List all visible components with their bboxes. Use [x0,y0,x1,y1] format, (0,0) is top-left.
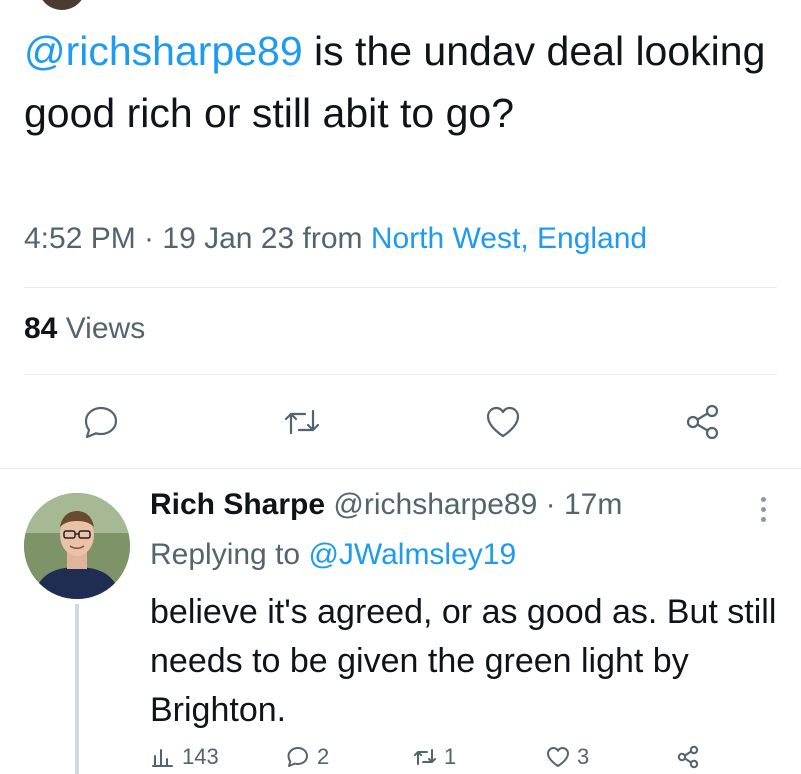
views-count: 84 Views [24,312,145,346]
divider [24,374,777,375]
section-divider [0,468,801,469]
replying-to: Replying to @JWalmsley19 [150,538,516,572]
reply-header: Rich Sharpe @richsharpe89 · 17m [150,488,622,522]
reply-retweet-count: 1 [444,744,457,769]
reply-share-button[interactable] [675,744,701,770]
reply-icon [287,747,308,767]
replying-prefix: Replying to [150,538,309,571]
like-button[interactable] [483,402,523,442]
more-options-icon[interactable] [756,494,770,528]
retweet-icon [414,749,436,765]
analytics-icon [152,749,173,767]
share-icon [686,404,719,440]
tweet-timestamp[interactable]: 4:52 PM · 19 Jan 23 from [24,222,371,255]
tweet-text: @richsharpe89 is the undav deal looking … [24,20,794,144]
views-number: 84 [24,312,58,345]
avatar-photo [24,493,130,599]
reply-like-count: 3 [577,744,590,769]
thread-line [75,604,79,774]
reply-views-count: 143 [182,744,219,769]
reply-button[interactable] [81,402,121,442]
reply-like-button[interactable]: 3 [545,744,589,770]
reply-retweet-button[interactable]: 1 [412,744,456,770]
replying-handle-link[interactable]: @JWalmsley19 [308,538,516,571]
reply-reply-count: 2 [317,744,330,769]
tweet-meta: 4:52 PM · 19 Jan 23 from North West, Eng… [24,222,647,256]
retweet-icon [284,409,320,435]
tweet-action-bar [0,402,801,446]
retweet-button[interactable] [282,402,322,442]
reply-author-avatar[interactable] [24,493,130,599]
reply-action-bar: 143 2 1 3 [150,744,770,774]
reply-icon [84,406,118,439]
tweet-location-link[interactable]: North West, England [371,222,647,255]
share-button[interactable] [683,402,723,442]
reply-reply-button[interactable]: 2 [285,744,329,770]
original-author-avatar[interactable] [38,0,86,10]
like-icon [486,406,520,438]
reply-text: believe it's agreed, or as good as. But … [150,593,777,729]
share-icon [677,745,699,769]
tweet-mention-link[interactable]: @richsharpe89 [24,28,303,74]
reply-views-button[interactable]: 143 [150,744,219,770]
divider [24,287,777,288]
reply-author-name[interactable]: Rich Sharpe [150,488,325,521]
like-icon [547,747,569,767]
reply-author-handle-time: @richsharpe89 · 17m [325,488,623,521]
views-label: Views [57,312,146,345]
